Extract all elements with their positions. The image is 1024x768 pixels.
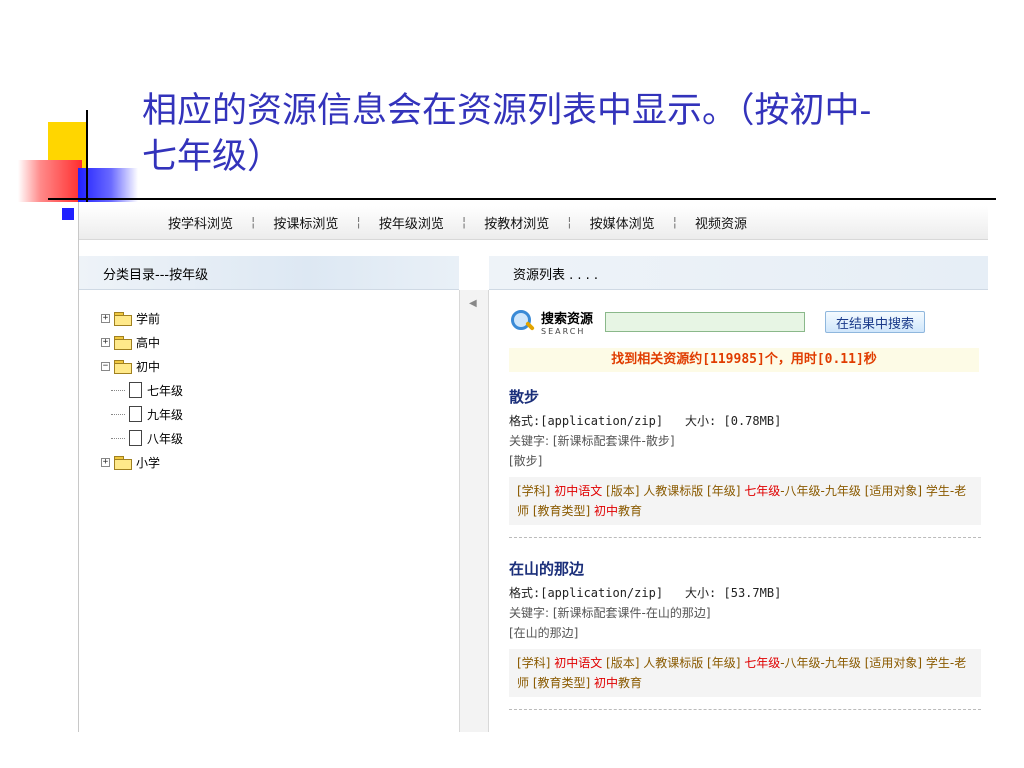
tag-text: -八年级- [780, 656, 825, 670]
tag-highlight: 七年级 [744, 484, 781, 498]
tag-highlight: 七年级 [744, 656, 781, 670]
nav-separator: ¦ [461, 215, 467, 230]
panel-splitter[interactable]: ◀ [459, 290, 489, 732]
tag-highlight: 初中语文 [554, 656, 603, 670]
tree-node-grade-8[interactable]: 八年级 [101, 426, 441, 450]
result-title-link[interactable]: 在山的那边 [509, 558, 981, 579]
result-tags: [学科] 初中语文 [版本] 人教课标版 [年级] 七年级-八年级-九年级 [适… [509, 477, 981, 525]
tag-text: 教育 [618, 504, 643, 518]
search-in-results-button[interactable]: 在结果中搜索 [825, 311, 926, 333]
tree-node-label: 学前 [136, 311, 161, 326]
nav-by-grade[interactable]: 按年级浏览 [370, 213, 453, 232]
expand-icon[interactable]: + [101, 337, 110, 347]
result-bracket: [散步] [509, 454, 543, 468]
result-size: 大小: [53.7MB] [685, 586, 782, 600]
slide-decoration-red [18, 160, 82, 202]
resource-list: 搜索资源 SEARCH 在结果中搜索 找到相关资源约[119985]个，用时[0… [509, 302, 988, 710]
top-navigation: 按学科浏览 ¦ 按课标浏览 ¦ 按年级浏览 ¦ 按教材浏览 ¦ 按媒体浏览 ¦ … [79, 206, 988, 240]
folder-icon [114, 311, 132, 326]
tree-node-middle-school[interactable]: − 初中 [101, 354, 441, 378]
slide-title: 相应的资源信息会在资源列表中显示。（按初中- 七年级） [142, 88, 1002, 180]
result-format: 格式:[application/zip] [509, 586, 664, 600]
document-icon [129, 382, 142, 398]
result-meta: 格式:[application/zip] 大小: [0.78MB] [509, 411, 981, 431]
slide-decoration-square [62, 208, 74, 220]
result-keywords: 关键字: [新课标配套课件-散步] [509, 434, 675, 448]
slide-decoration-horizontal-line [48, 198, 996, 200]
tag-highlight: 初中语文 [554, 484, 603, 498]
nav-separator: ¦ [356, 215, 361, 230]
results-count: 找到相关资源约[119985]个，用时[0.11]秒 [509, 348, 979, 372]
tree-node-label: 七年级 [147, 383, 184, 398]
tag-text: -八年级- [780, 484, 825, 498]
tree-node-label: 高中 [136, 335, 161, 350]
nav-separator: ¦ [251, 215, 256, 230]
category-tree: + 学前 + 高中 − 初中 七年级 九年级 八年级 + 小学 [101, 306, 441, 474]
nav-by-media[interactable]: 按媒体浏览 [581, 213, 664, 232]
tree-node-label: 九年级 [147, 407, 184, 422]
result-meta: 格式:[application/zip] 大小: [53.7MB] [509, 583, 981, 603]
resource-browser-screenshot: 按学科浏览 ¦ 按课标浏览 ¦ 按年级浏览 ¦ 按教材浏览 ¦ 按媒体浏览 ¦ … [78, 202, 988, 732]
tag-text: [版本] 人教课标版 [年级] [602, 484, 745, 498]
expand-icon[interactable]: + [101, 457, 110, 467]
tree-connector [111, 389, 125, 391]
tree-node-label: 八年级 [147, 431, 184, 446]
nav-separator: ¦ [672, 215, 678, 230]
slide-title-line-1: 相应的资源信息会在资源列表中显示。（按初中- [142, 91, 872, 131]
resource-list-header: 资源列表 . . . . [489, 256, 988, 290]
expand-icon[interactable]: + [101, 313, 110, 323]
nav-by-textbook[interactable]: 按教材浏览 [475, 213, 558, 232]
collapse-left-icon[interactable]: ◀ [469, 298, 477, 309]
search-title-sub: SEARCH [541, 327, 586, 336]
search-input[interactable] [605, 312, 806, 332]
tag-text: [学科] [517, 484, 555, 498]
tag-text: [版本] 人教课标版 [年级] [602, 656, 745, 670]
slide-title-line-2: 七年级） [142, 137, 283, 177]
tag-text: [学科] [517, 656, 555, 670]
result-keywords: 关键字: [新课标配套课件-在山的那边] [509, 606, 711, 620]
tag-text: 教育 [618, 676, 643, 690]
search-title-label: 搜索资源 [541, 312, 594, 327]
result-format: 格式:[application/zip] [509, 414, 664, 428]
nav-video-resources[interactable]: 视频资源 [686, 213, 756, 232]
tag-highlight: 初中 [594, 676, 619, 690]
result-tags: [学科] 初中语文 [版本] 人教课标版 [年级] 七年级-八年级-九年级 [适… [509, 649, 981, 697]
result-item: 在山的那边 格式:[application/zip] 大小: [53.7MB] 关… [509, 558, 981, 710]
folder-open-icon [114, 359, 132, 374]
result-item: 散步 格式:[application/zip] 大小: [0.78MB] 关键字:… [509, 386, 981, 538]
result-size: 大小: [0.78MB] [685, 414, 782, 428]
tree-connector [111, 413, 125, 415]
collapse-icon[interactable]: − [101, 361, 110, 371]
result-bracket: [在山的那边] [509, 626, 579, 640]
tree-node-grade-7[interactable]: 七年级 [101, 378, 441, 402]
tree-node-label: 初中 [136, 359, 161, 374]
search-title: 搜索资源 SEARCH [541, 308, 593, 336]
folder-icon [114, 455, 132, 470]
tree-node-grade-9[interactable]: 九年级 [101, 402, 441, 426]
search-bar: 搜索资源 SEARCH 在结果中搜索 [509, 302, 988, 342]
nav-by-curriculum[interactable]: 按课标浏览 [264, 213, 347, 232]
nav-separator: ¦ [567, 215, 572, 230]
document-icon [129, 430, 142, 446]
result-title-link[interactable]: 散步 [509, 386, 981, 407]
tag-highlight: 初中 [594, 504, 619, 518]
tree-node-label: 小学 [136, 455, 161, 470]
tree-node-high-school[interactable]: + 高中 [101, 330, 441, 354]
nav-by-subject[interactable]: 按学科浏览 [159, 213, 242, 232]
tree-node-primary-school[interactable]: + 小学 [101, 450, 441, 474]
folder-icon [114, 335, 132, 350]
category-panel-header: 分类目录---按年级 [79, 256, 459, 290]
document-icon [129, 406, 142, 422]
search-icon [509, 309, 535, 335]
tree-node-preschool[interactable]: + 学前 [101, 306, 441, 330]
tree-connector [111, 437, 125, 439]
